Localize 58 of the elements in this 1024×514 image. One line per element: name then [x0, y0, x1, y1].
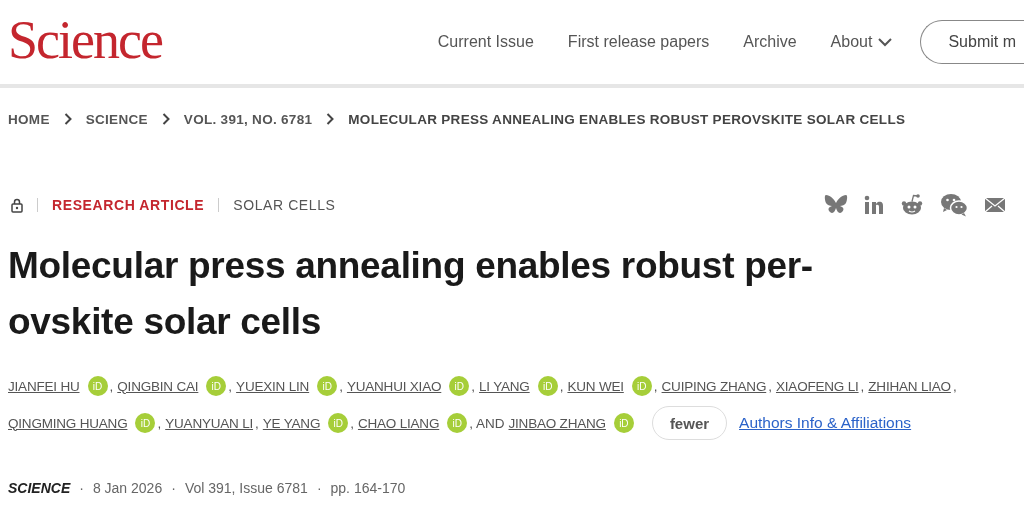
affiliations-link[interactable]: Authors Info & Affiliations [739, 414, 912, 432]
author-link[interactable]: ZHIHAN LIAO [868, 378, 951, 394]
separator-dot: · [171, 480, 176, 496]
article-title: Molecular press annealing enables robust per- ovskite solar cells [8, 244, 814, 344]
butterfly-icon[interactable] [824, 194, 848, 216]
breadcrumb-link[interactable]: VOL. 391, NO. 6781 [183, 111, 313, 127]
chevron-down-icon[interactable] [878, 37, 893, 47]
nav-link[interactable]: About [830, 33, 893, 51]
separator-text: , [109, 378, 114, 394]
science-logo[interactable]: Science [8, 9, 162, 71]
separator-text: , [952, 378, 957, 394]
nav-link[interactable]: First release papers [567, 33, 710, 51]
nav-link[interactable]: Archive [743, 33, 797, 51]
linkedin-icon[interactable] [864, 195, 884, 215]
author-link[interactable]: LI YANG [479, 378, 530, 394]
author-link[interactable]: CUIPING ZHANG [661, 378, 767, 394]
author-link[interactable]: JIANFEI HU [8, 378, 80, 394]
author-link[interactable]: XIAOFENG LI [776, 378, 859, 394]
breadcrumb-link[interactable]: SCIENCE [85, 111, 148, 127]
separator-dot: · [79, 480, 84, 496]
breadcrumb-link[interactable]: HOME [8, 111, 50, 127]
chevron-icon [161, 113, 170, 125]
separator-text: , [860, 378, 865, 394]
chevron-icon [326, 113, 335, 125]
publication-detail: Vol 391, Issue 6781 [184, 480, 308, 496]
publication-detail: 8 Jan 2026 [92, 480, 163, 496]
separator-text: , [339, 378, 343, 394]
separator-text: , [228, 378, 233, 394]
separator-text: , [157, 415, 162, 431]
separator-text: , [768, 378, 772, 394]
separator-text: , [350, 415, 354, 431]
separator-text: , [653, 378, 658, 394]
journal-name: SCIENCE [8, 480, 71, 496]
fewer-button[interactable]: fewer [651, 406, 728, 440]
chat-bubbles-icon[interactable] [940, 193, 968, 217]
separator-text: , [255, 415, 259, 431]
author-link[interactable]: YE YANG [262, 415, 321, 431]
author-link[interactable]: QINGMING HUANG [8, 415, 128, 431]
article-section: SOLAR CELLS [233, 197, 336, 213]
author-link[interactable]: JINBAO ZHANG [508, 415, 606, 431]
publication-detail: pp. 164-170 [330, 480, 406, 496]
author-link[interactable]: KUN WEI [567, 378, 624, 394]
author-link[interactable]: YUEXIN LIN [236, 378, 310, 394]
article-type: RESEARCH ARTICLE [52, 197, 205, 213]
author-link[interactable]: YUANHUI XIAO [346, 378, 442, 394]
author-link[interactable]: QINGBIN CAI [117, 378, 199, 394]
chevron-icon [63, 113, 72, 125]
separator-text: , AND [469, 415, 505, 431]
separator-text: , [471, 378, 476, 394]
breadcrumb-link[interactable]: MOLECULAR PRESS ANNEALING ENABLES ROBUST PEROVSKITE SOLAR CELLS [348, 111, 906, 127]
author-link[interactable]: YUANYUAN LI [165, 415, 254, 431]
nav-link[interactable]: Current Issue [437, 33, 534, 51]
submit-button[interactable]: Submit m [920, 20, 1024, 64]
author-link[interactable]: CHAO LIANG [357, 415, 440, 431]
reddit-icon[interactable] [900, 193, 924, 217]
envelope-icon[interactable] [984, 197, 1006, 213]
separator-dot: · [316, 480, 322, 496]
separator-text: , [559, 378, 564, 394]
